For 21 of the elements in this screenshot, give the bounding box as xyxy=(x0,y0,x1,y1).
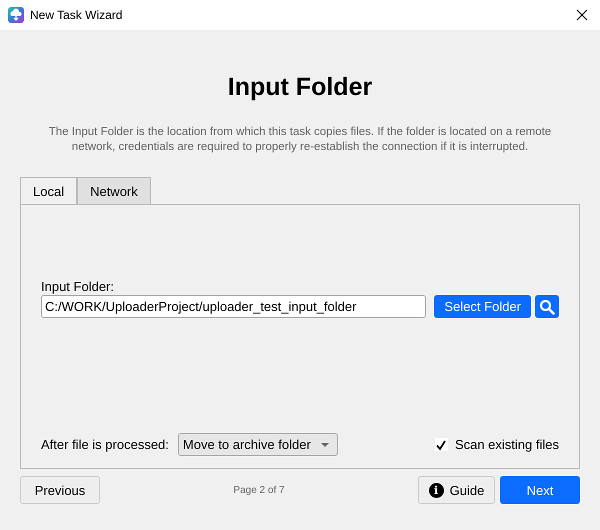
previous-button[interactable]: Previous xyxy=(20,476,100,504)
close-button[interactable] xyxy=(574,7,590,23)
page-heading: Input Folder xyxy=(226,72,374,103)
tab[interactable]: Local xyxy=(20,177,78,205)
search-button[interactable] xyxy=(535,295,559,318)
next-button[interactable]: Next xyxy=(500,476,580,504)
app-icon xyxy=(8,7,24,23)
guide-button[interactable]: i Guide xyxy=(418,476,495,504)
info-icon: i xyxy=(428,482,444,498)
checkbox[interactable] xyxy=(434,438,448,451)
window-title: New Task Wizard xyxy=(30,8,122,22)
caret-icon xyxy=(320,442,329,446)
field-label: Input Folder: xyxy=(41,279,115,294)
checkbox-label: Scan existing files xyxy=(454,437,559,452)
select-folder-button[interactable]: Select Folder xyxy=(434,295,531,318)
page-indicator: Page 2 of 7 xyxy=(232,484,286,496)
action-dropdown[interactable]: Move to archive folder xyxy=(178,433,338,456)
input-field[interactable]: C:/WORK/UploaderProject/uploader_test_input_folder xyxy=(41,295,426,318)
description-text: The Input Folder is the location from which this task copies files. If the folder is located on a remote network, credentials are required to properly re-establish the connection if it is interrupted. xyxy=(48,125,552,155)
field-label: After file is processed: xyxy=(41,437,169,452)
tab[interactable]: Network xyxy=(77,177,151,205)
